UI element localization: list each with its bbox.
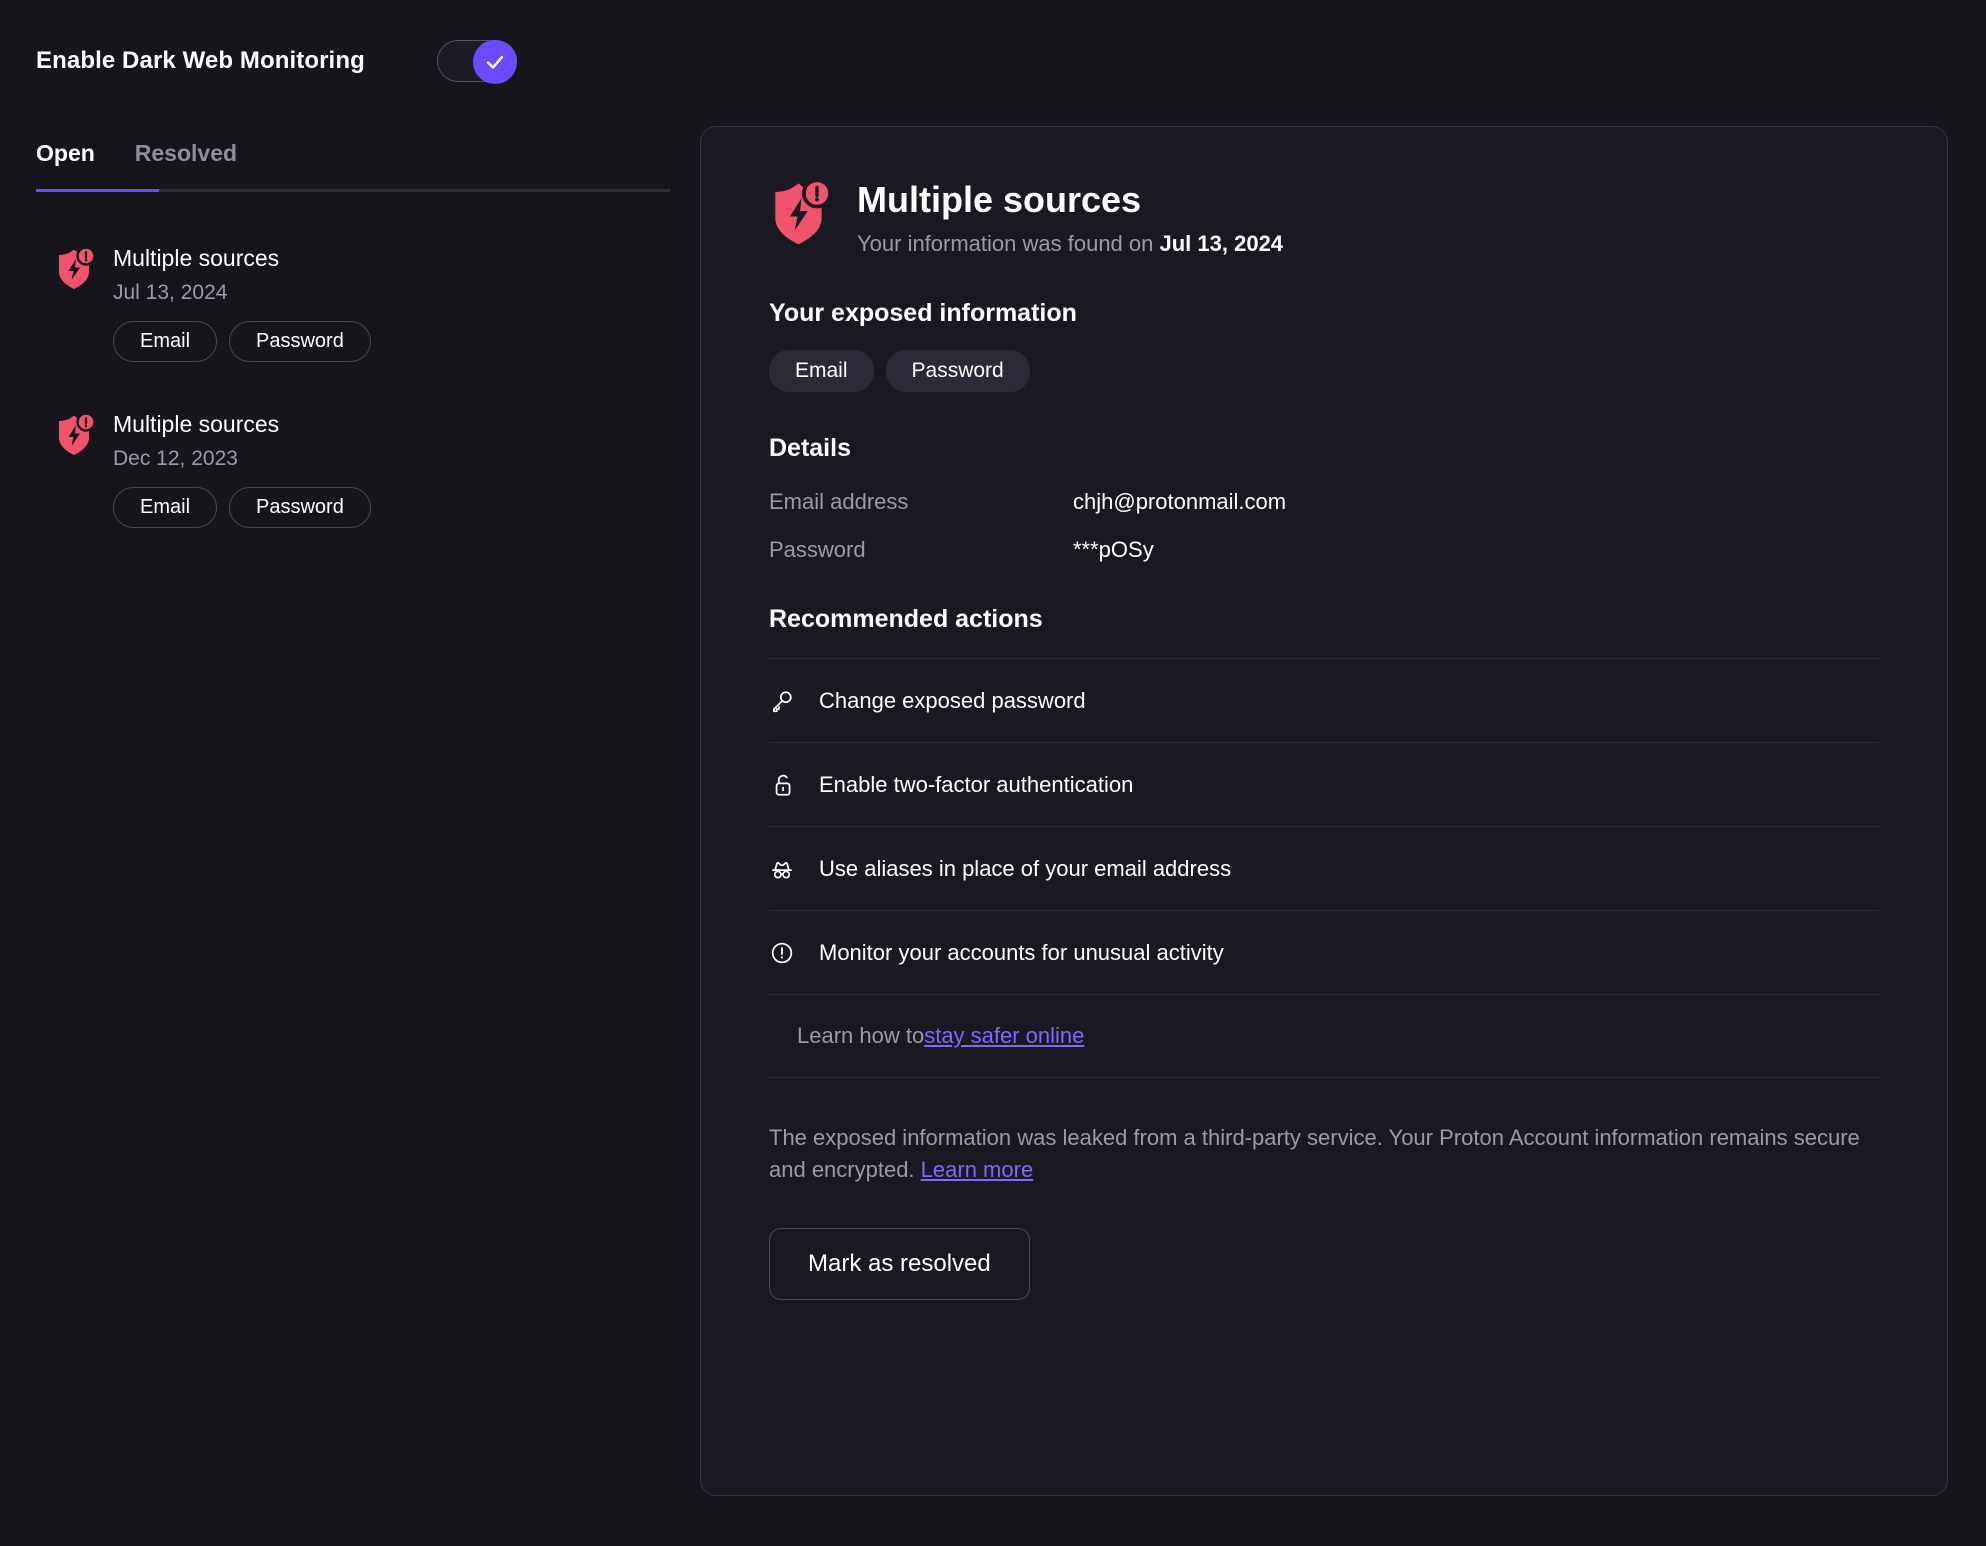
monitoring-toggle-row: Enable Dark Web Monitoring: [0, 0, 700, 84]
tab-active-indicator: [36, 189, 159, 192]
tab-open[interactable]: Open: [36, 140, 95, 189]
details-heading: Details: [769, 434, 851, 463]
learn-safer-online-row: Learn how to stay safer online: [769, 994, 1879, 1079]
action-label: Use aliases in place of your email addre…: [819, 855, 1232, 881]
detail-value-email: chjh@protonmail.com: [1073, 489, 1287, 515]
monitoring-toggle-label: Enable Dark Web Monitoring: [36, 47, 365, 74]
list-item-body: Multiple sources Dec 12, 2023 Email Pass…: [113, 410, 371, 528]
stay-safer-online-link[interactable]: stay safer online: [924, 1023, 1084, 1049]
list-item-date: Jul 13, 2024: [113, 280, 228, 304]
details-table: Email address chjh@protonmail.com Passwo…: [769, 489, 1879, 563]
page-title: Multiple sources: [857, 179, 1142, 220]
mark-as-resolved-button[interactable]: Mark as resolved: [769, 1228, 1030, 1301]
list-item[interactable]: Multiple sources Dec 12, 2023 Email Pass…: [0, 398, 700, 540]
list-item-body: Multiple sources Jul 13, 2024 Email Pass…: [113, 244, 371, 362]
tab-underline: [36, 189, 670, 192]
lock-icon: [769, 772, 797, 798]
detail-header: Multiple sources Your information was fo…: [769, 178, 1879, 257]
list-item[interactable]: Multiple sources Jul 13, 2024 Email Pass…: [0, 232, 700, 374]
action-monitor-accounts[interactable]: Monitor your accounts for unusual activi…: [769, 910, 1879, 994]
pill-email[interactable]: Email: [113, 486, 218, 528]
left-column: Enable Dark Web Monitoring Open Resolved: [0, 0, 700, 1546]
detail-header-text: Multiple sources Your information was fo…: [857, 179, 1283, 257]
action-change-password[interactable]: Change exposed password: [769, 658, 1879, 742]
detail-value-password: ***pOSy: [1073, 537, 1154, 563]
exposed-info-heading: Your exposed information: [769, 299, 1077, 328]
learn-more-link[interactable]: Learn more: [921, 1157, 1034, 1182]
pill-password[interactable]: Password: [229, 486, 371, 528]
pill-email[interactable]: Email: [113, 320, 218, 362]
badge-password[interactable]: Password: [885, 350, 1030, 393]
tab-strip: Open Resolved: [36, 140, 670, 189]
tab-resolved[interactable]: Resolved: [135, 140, 237, 189]
badge-email[interactable]: Email: [769, 350, 874, 393]
shield-alert-icon: [55, 412, 96, 528]
exposed-badge-row: Email Password: [769, 350, 1879, 393]
exclamation-circle-icon: [769, 940, 797, 966]
incognito-icon: [769, 856, 797, 882]
shield-alert-icon: [769, 178, 832, 254]
action-enable-2fa[interactable]: Enable two-factor authentication: [769, 742, 1879, 826]
action-label: Enable two-factor authentication: [819, 771, 1134, 797]
action-use-aliases[interactable]: Use aliases in place of your email addre…: [769, 826, 1879, 910]
list-item-title: Multiple sources: [113, 245, 280, 271]
recommended-actions-list: Change exposed password Enable two-facto…: [769, 658, 1879, 1079]
pill-password[interactable]: Password: [229, 320, 371, 362]
shield-alert-icon: [55, 246, 96, 362]
detail-subtitle-prefix: Your information was found on: [857, 231, 1160, 257]
list-item-title: Multiple sources: [113, 410, 280, 437]
key-icon: [769, 688, 797, 714]
detail-subtitle: Your information was found on Jul 13, 20…: [857, 231, 1283, 257]
disclaimer-text: The exposed information was leaked from …: [769, 1122, 1879, 1186]
dark-web-monitoring-screen: Enable Dark Web Monitoring Open Resolved: [0, 0, 1986, 1546]
list-item-pill-row: Email Password: [113, 486, 371, 528]
list-item-pill-row: Email Password: [113, 320, 371, 362]
table-row: Email address chjh@protonmail.com: [769, 489, 1879, 515]
detail-label-password: Password: [769, 537, 866, 563]
action-label: Change exposed password: [819, 687, 1086, 713]
toggle-knob: [472, 40, 517, 84]
action-label: Monitor your accounts for unusual activi…: [819, 939, 1224, 965]
detail-label-email: Email address: [769, 489, 909, 515]
tab-bar: Open Resolved: [36, 140, 670, 192]
breach-list: Multiple sources Jul 13, 2024 Email Pass…: [0, 232, 700, 540]
learn-prefix-text: Learn how to: [797, 1023, 925, 1049]
recommended-actions-heading: Recommended actions: [769, 605, 1043, 634]
detail-subtitle-date: Jul 13, 2024: [1159, 231, 1284, 257]
breach-detail-panel: Multiple sources Your information was fo…: [700, 126, 1948, 1496]
check-icon: [486, 55, 504, 69]
list-item-date: Dec 12, 2023: [113, 446, 238, 470]
dark-web-monitoring-toggle[interactable]: [436, 40, 517, 84]
table-row: Password ***pOSy: [769, 537, 1879, 563]
